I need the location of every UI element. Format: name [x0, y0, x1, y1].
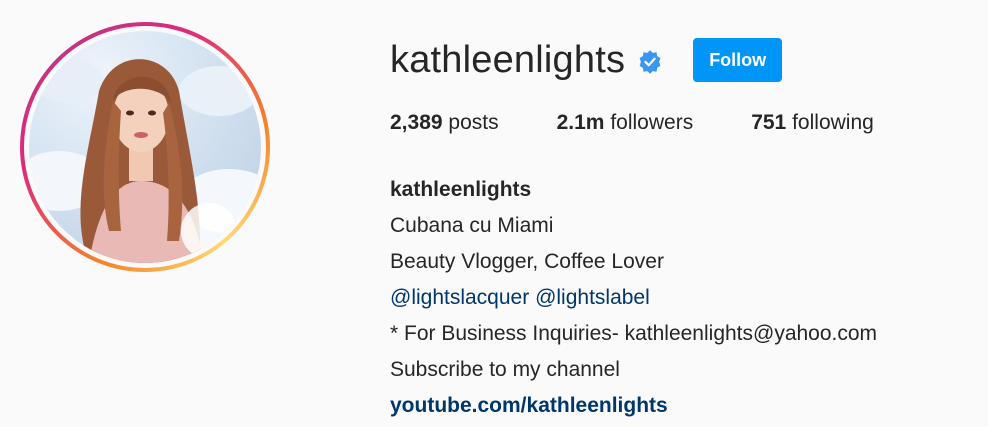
profile-avatar[interactable] [29, 31, 261, 263]
posts-label: posts [448, 111, 499, 134]
bio-mentions: @lightslacquer @lightslabel [390, 280, 877, 316]
eye-shape [126, 110, 134, 116]
lips-shape [134, 132, 148, 138]
following-stat[interactable]: 751 following [751, 111, 874, 135]
profile-header: kathleenlights Follow [390, 36, 783, 84]
eye-shape [148, 110, 156, 116]
cloud-shape [34, 59, 104, 103]
profile-avatar-ring[interactable] [20, 22, 270, 272]
following-label: following [792, 111, 874, 134]
followers-stat[interactable]: 2.1m followers [557, 111, 694, 135]
posts-count: 2,389 [390, 111, 443, 134]
profile-username: kathleenlights [390, 39, 626, 81]
mention-link[interactable]: @lightslacquer [390, 286, 529, 309]
profile-bio: kathleenlights Cubana cu Miami Beauty Vl… [390, 172, 877, 424]
avatar-image [29, 59, 261, 263]
avatar-gap [24, 26, 266, 268]
follow-button[interactable]: Follow [693, 38, 783, 82]
following-count: 751 [751, 111, 787, 134]
posts-stat: 2,389 posts [390, 111, 499, 135]
website-link[interactable]: youtube.com/kathleenlights [390, 388, 877, 424]
bio-line: Beauty Vlogger, Coffee Lover [390, 250, 664, 273]
bio-line: Cubana cu Miami [390, 214, 554, 237]
followers-label: followers [610, 111, 694, 134]
followers-count: 2.1m [556, 111, 605, 134]
profile-stats: 2,389 posts 2.1m followers 751 following [390, 111, 932, 135]
verified-badge-icon [639, 50, 661, 74]
cloud-shape [179, 66, 259, 116]
bio-line: * For Business Inquiries- kathleenlights… [390, 322, 878, 345]
profile-full-name: kathleenlights [390, 178, 532, 201]
bio-line: Subscribe to my channel [390, 358, 620, 381]
cloud-shape [181, 203, 237, 259]
mention-link[interactable]: @lightslabel [535, 286, 650, 309]
